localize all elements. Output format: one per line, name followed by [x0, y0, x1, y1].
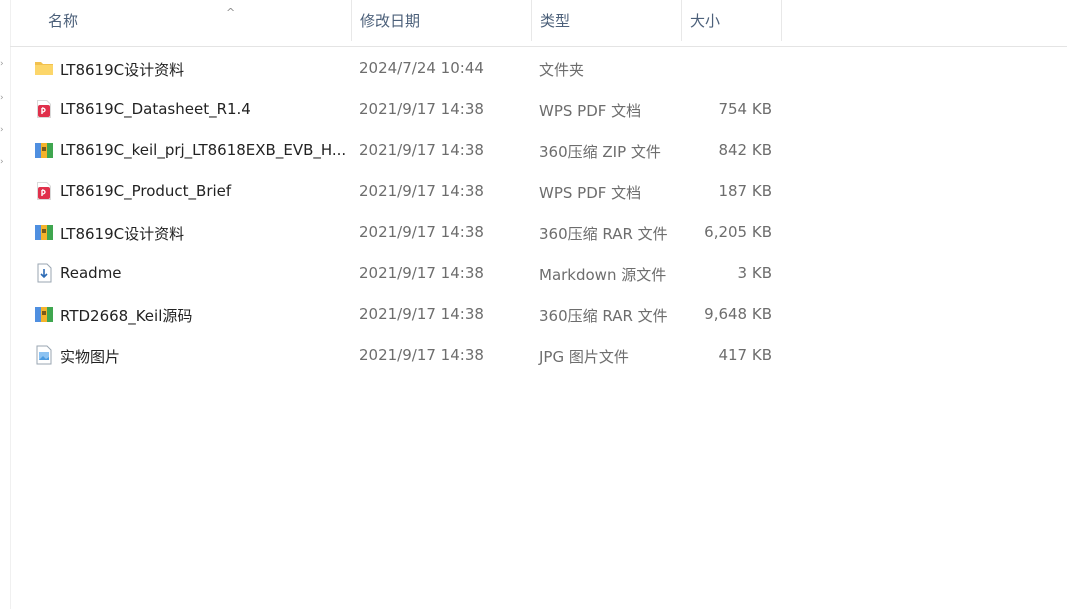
- column-header-type[interactable]: 类型: [532, 0, 682, 41]
- file-modified-date: 2021/9/17 14:38: [359, 141, 484, 159]
- file-row[interactable]: LT8619C_Product_Brief 2021/9/17 14:38 WPS …: [28, 171, 788, 212]
- file-row[interactable]: LT8619C_keil_prj_LT8618EXB_EVB_H... 2021/…: [28, 130, 788, 171]
- sort-ascending-icon: ^: [226, 6, 236, 19]
- column-header-name[interactable]: 名称 ^: [40, 0, 352, 41]
- file-name[interactable]: LT8619C设计资料: [60, 59, 184, 80]
- pdf-file-icon: [34, 181, 54, 201]
- file-row[interactable]: RTD2668_Keil源码 2021/9/17 14:38 360压缩 RAR 文…: [28, 294, 788, 335]
- file-size: 842 KB: [718, 141, 772, 159]
- file-size: 3 KB: [737, 264, 772, 282]
- archive-file-icon: [34, 222, 54, 242]
- file-name[interactable]: 实物图片: [60, 346, 120, 367]
- file-modified-date: 2021/9/17 14:38: [359, 223, 484, 241]
- file-size: 9,648 KB: [704, 305, 772, 323]
- file-type: JPG 图片文件: [539, 348, 629, 366]
- file-modified-date: 2021/9/17 14:38: [359, 346, 484, 364]
- pdf-file-icon: [34, 99, 54, 119]
- file-row[interactable]: Readme 2021/9/17 14:38 Markdown 源文件 3 KB: [28, 253, 788, 294]
- column-header-size-label: 大小: [690, 12, 721, 30]
- archive-file-icon: [34, 140, 54, 160]
- file-row[interactable]: LT8619C设计资料 2024/7/24 10:44 文件夹: [28, 48, 788, 89]
- file-size: 754 KB: [718, 100, 772, 118]
- file-type: WPS PDF 文档: [539, 184, 642, 202]
- file-row[interactable]: LT8619C设计资料 2021/9/17 14:38 360压缩 RAR 文件 6,…: [28, 212, 788, 253]
- file-type: 文件夹: [539, 61, 585, 79]
- file-type: WPS PDF 文档: [539, 102, 642, 120]
- file-type: 360压缩 RAR 文件: [539, 307, 668, 325]
- folder-icon: [34, 58, 54, 78]
- file-name[interactable]: LT8619C_Datasheet_R1.4: [60, 100, 251, 118]
- file-modified-date: 2021/9/17 14:38: [359, 100, 484, 118]
- file-size: 417 KB: [718, 346, 772, 364]
- column-header-date-label: 修改日期: [360, 12, 421, 30]
- file-name[interactable]: LT8619C设计资料: [60, 223, 184, 244]
- column-header-name-label: 名称: [48, 12, 79, 30]
- markdown-file-icon: [34, 263, 54, 283]
- file-size: 187 KB: [718, 182, 772, 200]
- column-header-date[interactable]: 修改日期: [352, 0, 532, 41]
- file-row[interactable]: 实物图片 2021/9/17 14:38 JPG 图片文件 417 KB: [28, 335, 788, 376]
- file-name[interactable]: LT8619C_keil_prj_LT8618EXB_EVB_H...: [60, 141, 346, 159]
- file-modified-date: 2021/9/17 14:38: [359, 305, 484, 323]
- column-header-size[interactable]: 大小: [682, 0, 782, 41]
- file-name[interactable]: LT8619C_Product_Brief: [60, 182, 231, 200]
- expand-chevron-icon[interactable]: ›: [0, 158, 4, 167]
- file-type: Markdown 源文件: [539, 266, 667, 284]
- navigation-pane: › › › ›: [0, 0, 11, 609]
- file-name[interactable]: RTD2668_Keil源码: [60, 305, 192, 326]
- file-modified-date: 2024/7/24 10:44: [359, 59, 484, 77]
- file-modified-date: 2021/9/17 14:38: [359, 264, 484, 282]
- expand-chevron-icon[interactable]: ›: [0, 126, 4, 135]
- file-type: 360压缩 ZIP 文件: [539, 143, 661, 161]
- file-modified-date: 2021/9/17 14:38: [359, 182, 484, 200]
- column-header-bar: 名称 ^ 修改日期 类型 大小: [10, 0, 1067, 47]
- file-name[interactable]: Readme: [60, 264, 122, 282]
- archive-file-icon: [34, 304, 54, 324]
- file-type: 360压缩 RAR 文件: [539, 225, 668, 243]
- expand-chevron-icon[interactable]: ›: [0, 60, 4, 69]
- file-row[interactable]: LT8619C_Datasheet_R1.4 2021/9/17 14:38 WPS…: [28, 89, 788, 130]
- column-header-type-label: 类型: [540, 12, 571, 30]
- image-file-icon: [34, 345, 54, 365]
- expand-chevron-icon[interactable]: ›: [0, 94, 4, 103]
- file-size: 6,205 KB: [704, 223, 772, 241]
